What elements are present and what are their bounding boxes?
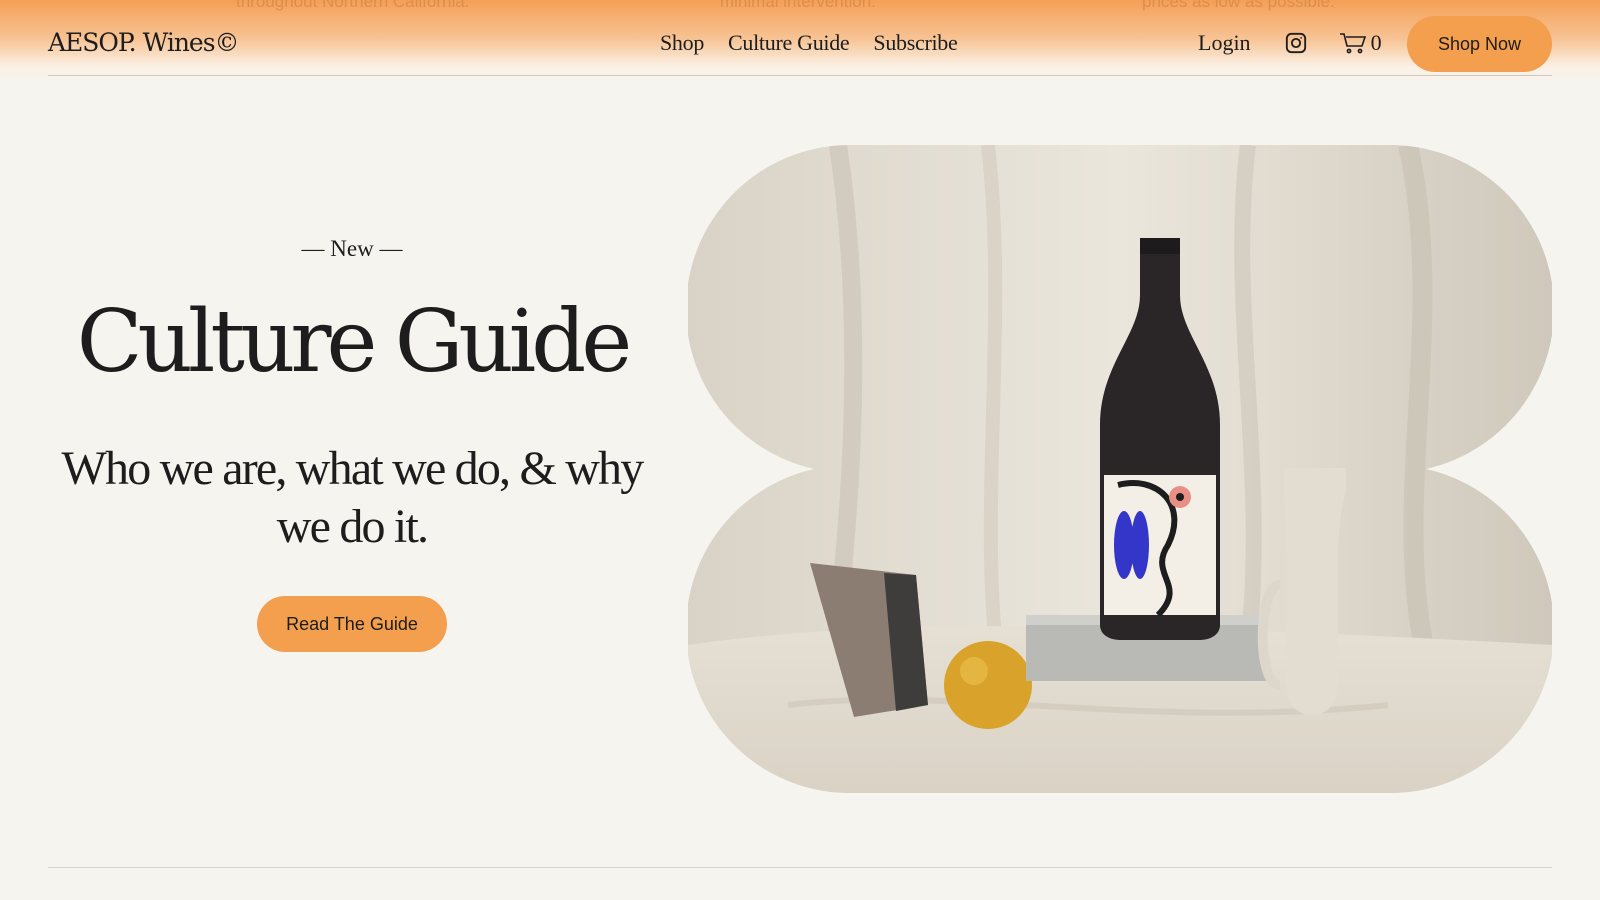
header-divider [48, 75, 1552, 76]
site-header: throughout Northern California. minimal … [0, 0, 1600, 86]
login-link[interactable]: Login [1198, 30, 1251, 56]
cart-button[interactable]: 0 [1339, 30, 1382, 56]
section-divider [48, 867, 1552, 868]
hero-subtitle: Who we are, what we do, & why we do it. [61, 442, 645, 553]
logo[interactable]: AESOP. Wines© [48, 28, 240, 57]
nav-subscribe[interactable]: Subscribe [873, 30, 957, 56]
instagram-icon[interactable] [1285, 32, 1307, 54]
main-nav: Shop Culture Guide Subscribe [660, 30, 958, 56]
shop-now-button[interactable]: Shop Now [1407, 16, 1552, 72]
ticker-item: throughout Northern California. [236, 0, 470, 11]
hero-title: Culture Guide [76, 292, 633, 392]
hero-image [688, 144, 1552, 793]
nav-shop[interactable]: Shop [660, 30, 704, 56]
header-actions: Login 0 [1198, 30, 1382, 56]
cart-icon [1339, 33, 1366, 54]
ticker-item: minimal intervention. [720, 0, 876, 11]
hero-eyebrow: — New — [301, 236, 403, 261]
ticker-item: prices as low as possible. [1142, 0, 1335, 11]
cart-count: 0 [1370, 30, 1382, 55]
nav-culture-guide[interactable]: Culture Guide [728, 30, 850, 56]
announcement-ticker: throughout Northern California. minimal … [0, 0, 1600, 14]
read-guide-button[interactable]: Read The Guide [257, 596, 447, 652]
